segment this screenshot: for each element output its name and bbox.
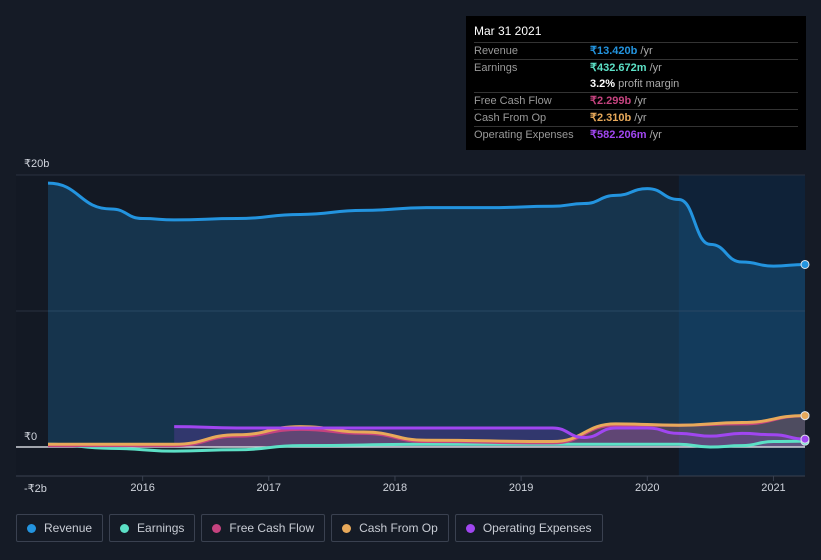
x-tick-label: 2019: [509, 482, 533, 494]
series-endpoint-cash-from-op: [800, 411, 810, 421]
legend-label: Earnings: [137, 521, 185, 535]
x-tick-label: 2017: [257, 482, 281, 494]
tooltip-label: Revenue: [474, 45, 519, 57]
legend-label: Operating Expenses: [482, 521, 592, 535]
tooltip: Mar 31 2021 Revenue ₹13.420b /yr Earnings ₹…: [466, 16, 806, 150]
tooltip-date: Mar 31 2021: [474, 24, 542, 38]
series-area-revenue: [48, 183, 805, 447]
tooltip-value: 3.2% profit margin: [590, 78, 680, 90]
tooltip-row: 3.2% profit margin: [474, 76, 798, 92]
tooltip-value: ₹432.672m /yr: [590, 62, 662, 74]
legend-dot-icon: [120, 523, 130, 533]
series-endpoint-revenue: [800, 259, 810, 269]
tooltip-value: ₹582.206m /yr: [590, 129, 662, 141]
legend-label: Cash From Op: [359, 521, 438, 535]
y-tick-label: ₹0: [24, 431, 37, 443]
x-tick-label: 2016: [130, 482, 154, 494]
tooltip-row: Revenue ₹13.420b /yr: [474, 42, 798, 59]
legend-dot-icon: [465, 523, 475, 533]
tooltip-label: Earnings: [474, 62, 518, 74]
x-tick-label: 2018: [383, 482, 407, 494]
legend: Revenue Earnings Free Cash Flow Cash From O…: [16, 514, 603, 542]
tooltip-row: Earnings ₹432.672m /yr: [474, 59, 798, 76]
tooltip-row: Cash From Op ₹2.310b /yr: [474, 109, 798, 126]
tooltip-value: ₹2.310b /yr: [590, 112, 647, 124]
legend-dot-icon: [342, 523, 352, 533]
legend-item-operating-expenses[interactable]: Operating Expenses: [454, 514, 603, 542]
legend-item-free-cash-flow[interactable]: Free Cash Flow: [201, 514, 326, 542]
legend-item-cash-from-op[interactable]: Cash From Op: [331, 514, 449, 542]
tooltip-label: Operating Expenses: [474, 129, 574, 141]
legend-dot-icon: [27, 523, 36, 533]
series-endpoint-operating-expenses: [800, 434, 810, 444]
tooltip-row: Free Cash Flow ₹2.299b /yr: [474, 92, 798, 109]
tooltip-value: ₹2.299b /yr: [590, 95, 647, 107]
tooltip-label: [474, 76, 590, 92]
tooltip-label: Free Cash Flow: [474, 95, 552, 107]
tooltip-value: ₹13.420b /yr: [590, 45, 653, 57]
legend-label: Revenue: [44, 521, 93, 535]
tooltip-label: Cash From Op: [474, 112, 547, 124]
x-tick-label: 2021: [761, 482, 785, 494]
legend-item-earnings[interactable]: Earnings: [109, 514, 196, 542]
tooltip-row: Operating Expenses ₹582.206m /yr: [474, 126, 798, 143]
x-tick-label: 2020: [635, 482, 659, 494]
legend-item-revenue[interactable]: Revenue: [16, 514, 104, 542]
legend-label: Free Cash Flow: [229, 521, 315, 535]
y-tick-label: ₹20b: [24, 158, 49, 170]
legend-dot-icon: [212, 523, 222, 533]
y-tick-label: -₹2b: [24, 483, 47, 495]
